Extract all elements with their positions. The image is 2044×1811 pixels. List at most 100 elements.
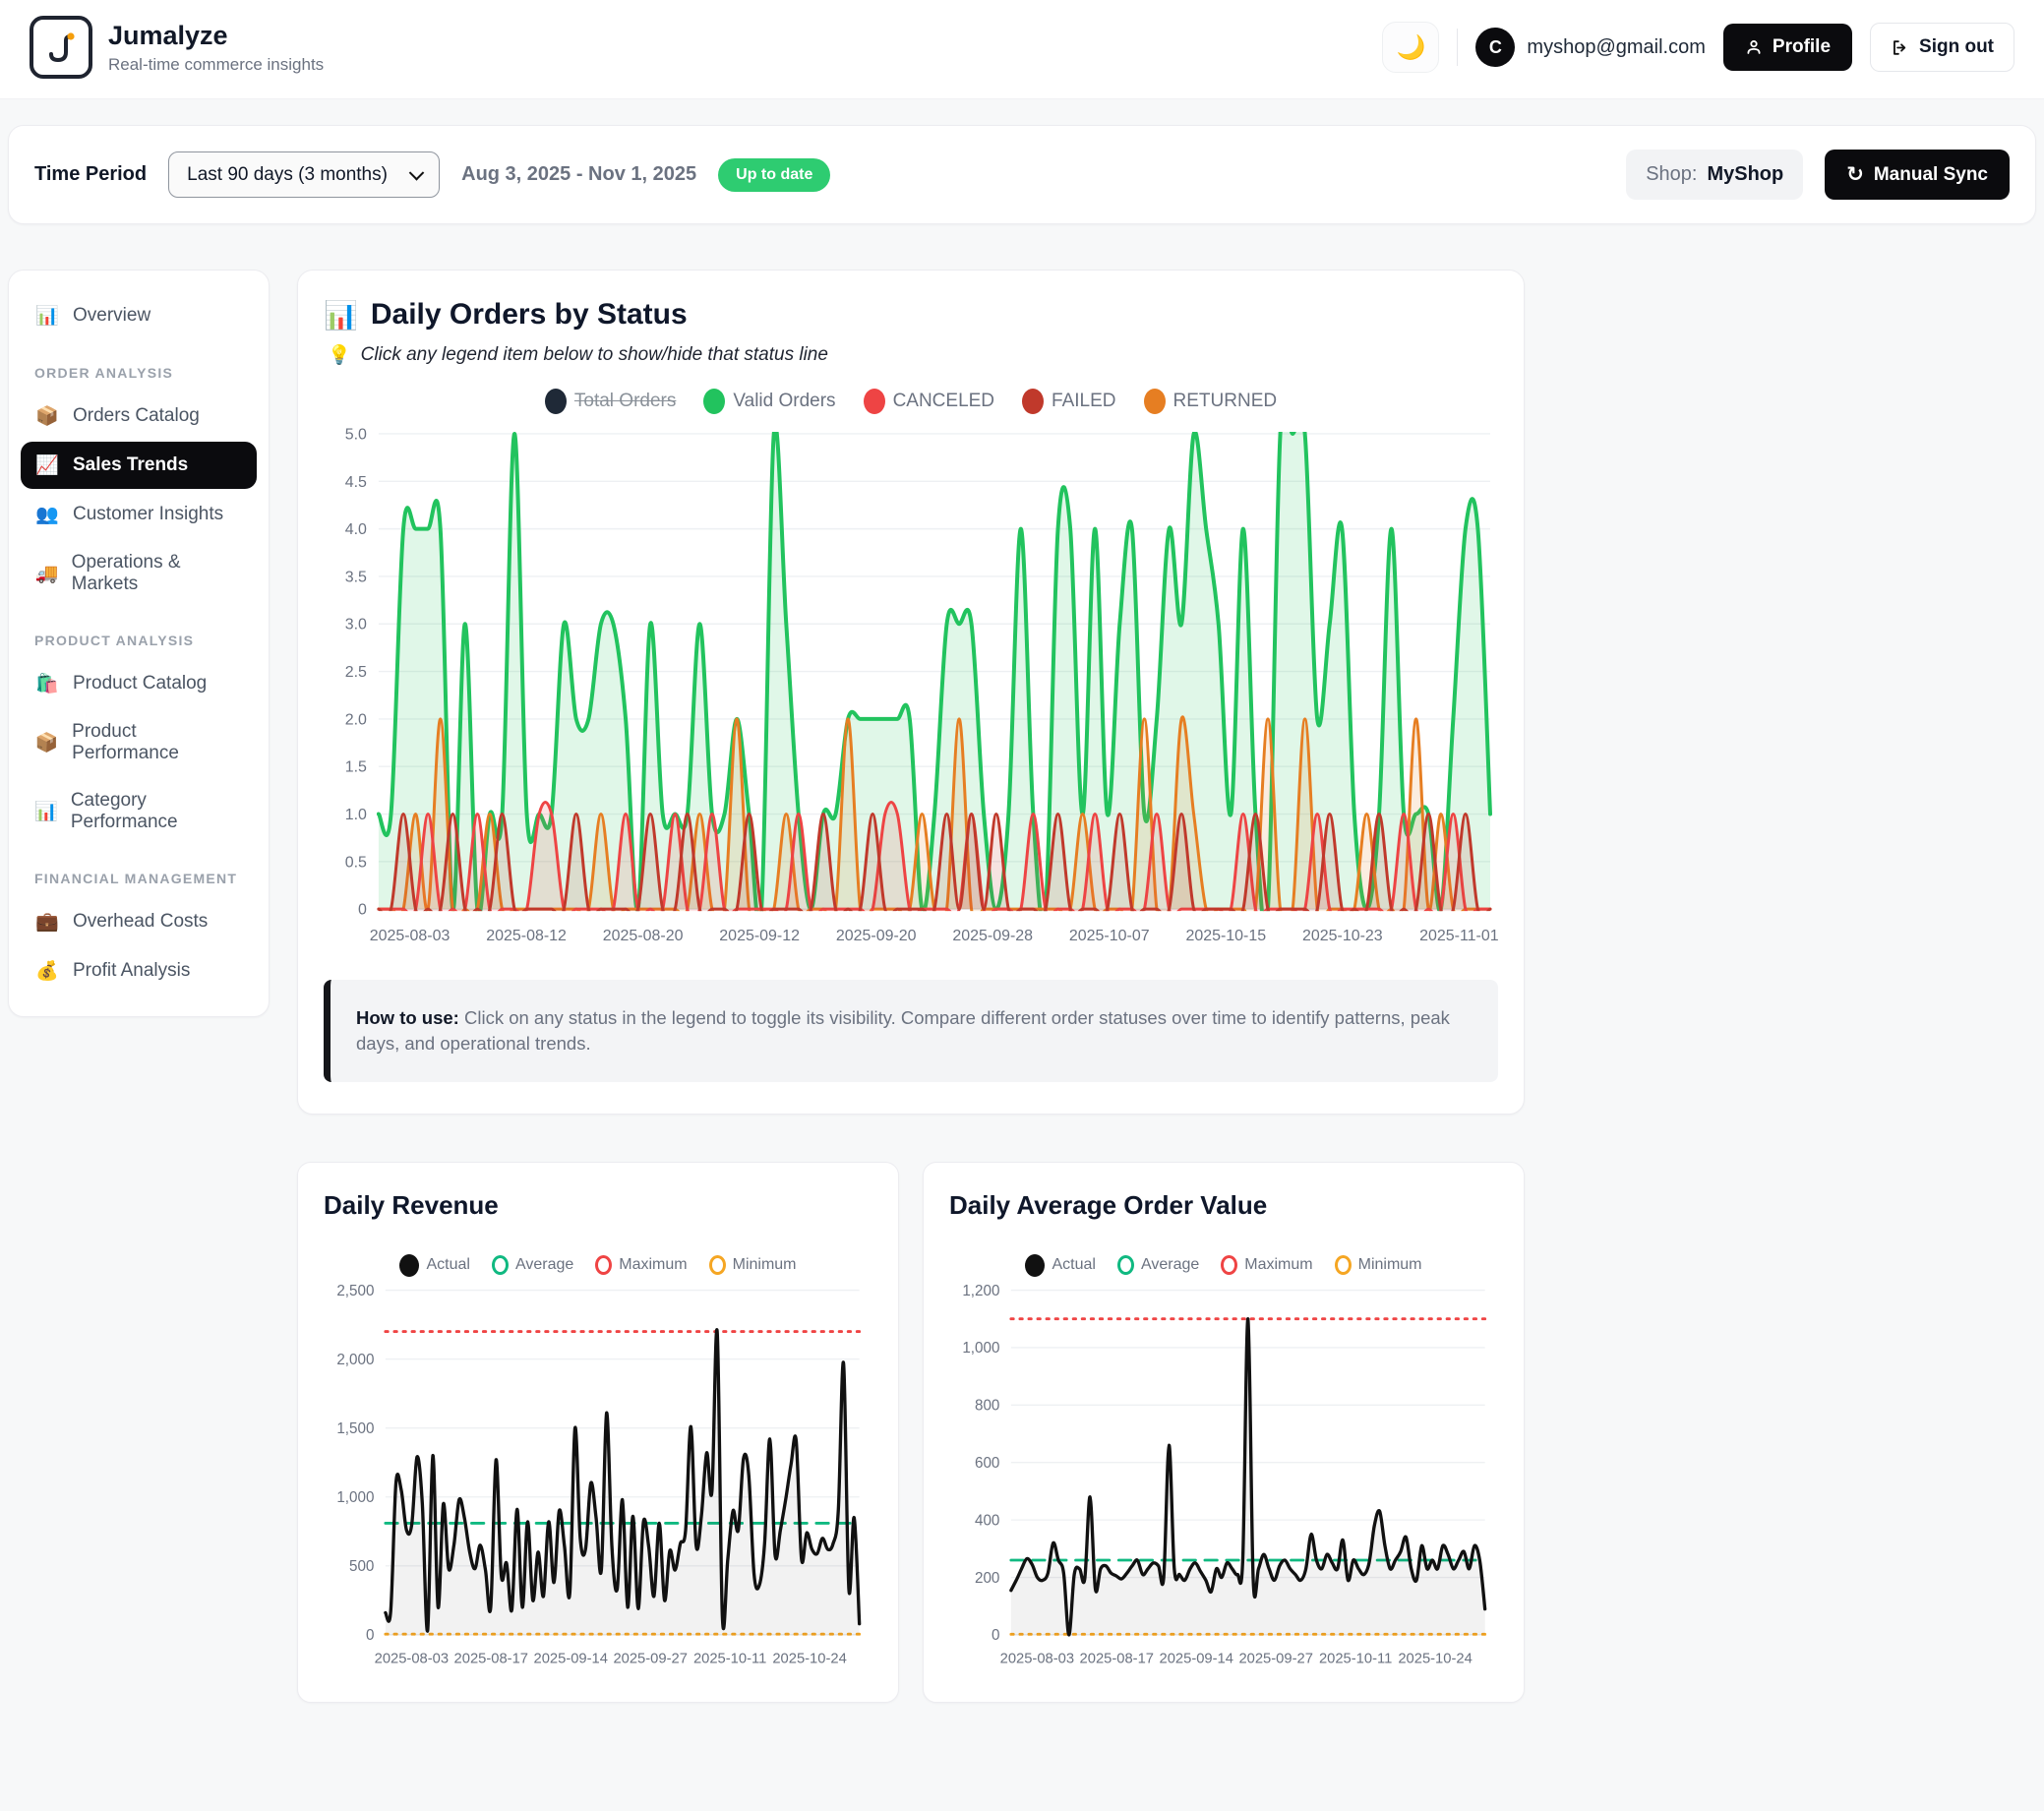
category-performance-icon: 📊 (34, 800, 58, 823)
legend-dot-valid-orders (703, 389, 725, 414)
daily-aov-card: Daily Average Order Value Actual Average M… (923, 1162, 1525, 1703)
svg-text:4.5: 4.5 (345, 474, 367, 491)
legend-dot-actual (399, 1254, 419, 1277)
time-period-select-wrap: Last 90 days (3 months) (168, 151, 440, 198)
svg-text:4.0: 4.0 (345, 521, 367, 538)
legend-item-maximum[interactable]: Maximum (595, 1255, 687, 1275)
bottom-charts-row: Daily Revenue Actual Average Maximum Minimu… (297, 1162, 1525, 1703)
svg-text:600: 600 (975, 1455, 999, 1472)
svg-text:2025-10-07: 2025-10-07 (1069, 928, 1150, 944)
legend-item-returned[interactable]: RETURNED (1144, 389, 1278, 414)
orders-catalog-icon: 📦 (34, 404, 60, 428)
legend-item-actual[interactable]: Actual (1025, 1254, 1095, 1277)
daily_aov-svg: 1,2001,00080060040020002025-08-032025-08… (949, 1281, 1498, 1674)
shop-pill: Shop: MyShop (1626, 150, 1803, 200)
daily-revenue-title: Daily Revenue (324, 1190, 872, 1221)
svg-text:3.0: 3.0 (345, 617, 367, 634)
profile-button-label: Profile (1773, 36, 1831, 58)
legend-item-minimum[interactable]: Minimum (709, 1255, 797, 1275)
sidebar-item-profit-analysis[interactable]: 💰Profit Analysis (21, 947, 257, 995)
time-period-select[interactable]: Last 90 days (3 months) (168, 151, 440, 198)
legend-item-minimum[interactable]: Minimum (1335, 1255, 1422, 1275)
legend-item-maximum[interactable]: Maximum (1221, 1255, 1312, 1275)
legend-label: FAILED (1052, 391, 1115, 412)
daily-orders-by-status-card: 📊 Daily Orders by Status 💡 Click any leg… (297, 270, 1525, 1115)
svg-text:2025-09-27: 2025-09-27 (613, 1651, 687, 1666)
svg-text:2025-08-03: 2025-08-03 (375, 1651, 449, 1666)
sidebar-item-label: Customer Insights (73, 504, 223, 525)
svg-text:2025-10-15: 2025-10-15 (1185, 928, 1266, 944)
legend-item-canceled[interactable]: CANCELED (864, 389, 994, 414)
legend-dot-total-orders (545, 389, 567, 414)
sidebar-item-overhead-costs[interactable]: 💼Overhead Costs (21, 898, 257, 945)
svg-text:500: 500 (349, 1558, 374, 1575)
sidebar-item-label: Profit Analysis (73, 960, 190, 982)
how-to-use-note: How to use: Click on any status in the l… (324, 980, 1498, 1082)
sidebar-item-sales-trends[interactable]: 📈Sales Trends (21, 442, 257, 489)
sidebar-item-product-catalog[interactable]: 🛍️Product Catalog (21, 660, 257, 707)
legend-label: Total Orders (574, 391, 676, 412)
up-to-date-badge: Up to date (718, 158, 830, 192)
daily-aov-legend: Actual Average Maximum Minimum (949, 1254, 1498, 1277)
svg-text:1.0: 1.0 (345, 807, 367, 823)
legend-item-average[interactable]: Average (1117, 1255, 1199, 1275)
svg-text:2025-08-12: 2025-08-12 (486, 928, 567, 944)
main-column: 📊 Daily Orders by Status 💡 Click any leg… (297, 270, 1525, 1703)
svg-text:2,500: 2,500 (336, 1283, 374, 1299)
legend-item-valid-orders[interactable]: Valid Orders (703, 389, 835, 414)
svg-text:2025-09-28: 2025-09-28 (952, 928, 1033, 944)
legend-label: CANCELED (893, 391, 994, 412)
daily-aov-title: Daily Average Order Value (949, 1190, 1498, 1221)
sign-out-button[interactable]: Sign out (1870, 23, 2014, 72)
legend-label: Average (515, 1256, 573, 1274)
svg-text:2.5: 2.5 (345, 664, 367, 681)
manual-sync-button[interactable]: ↻ Manual Sync (1825, 150, 2010, 200)
svg-text:0.5: 0.5 (345, 854, 367, 871)
sidebar-item-customer-insights[interactable]: 👥Customer Insights (21, 491, 257, 538)
legend-ring-minimum (709, 1255, 726, 1275)
legend-label: RETURNED (1173, 391, 1278, 412)
overhead-costs-icon: 💼 (34, 910, 60, 934)
daily-revenue-card: Daily Revenue Actual Average Maximum Minimu… (297, 1162, 899, 1703)
legend-dot-canceled (864, 389, 885, 414)
legend-item-actual[interactable]: Actual (399, 1254, 469, 1277)
sidebar-item-category-performance[interactable]: 📊Category Performance (21, 778, 257, 845)
sidebar-item-label: Orders Catalog (73, 405, 200, 427)
svg-text:2025-08-03: 2025-08-03 (370, 928, 451, 944)
svg-text:2025-10-11: 2025-10-11 (1319, 1651, 1392, 1666)
legend-item-total-orders[interactable]: Total Orders (545, 389, 676, 414)
legend-dot-actual (1025, 1254, 1045, 1277)
daily-aov-chart: 1,2001,00080060040020002025-08-032025-08… (949, 1281, 1498, 1674)
product-performance-icon: 📦 (34, 731, 59, 755)
sidebar-item-label: Sales Trends (73, 454, 188, 476)
profile-button[interactable]: Profile (1723, 24, 1852, 71)
svg-text:2025-09-12: 2025-09-12 (719, 928, 800, 944)
brand: Jumalyze Real-time commerce insights (30, 16, 324, 79)
sidebar-item-operations-markets[interactable]: 🚚Operations & Markets (21, 540, 257, 607)
svg-text:2025-08-17: 2025-08-17 (1080, 1651, 1154, 1666)
sidebar-item-label: Overview (73, 305, 150, 327)
overview-icon: 📊 (34, 304, 60, 328)
svg-text:2025-08-03: 2025-08-03 (1000, 1651, 1074, 1666)
svg-text:0: 0 (358, 902, 367, 919)
app-title: Jumalyze (108, 21, 324, 51)
legend-item-failed[interactable]: FAILED (1022, 389, 1115, 414)
sidebar-item-product-performance[interactable]: 📦Product Performance (21, 709, 257, 776)
sidebar-section-order-analysis: ORDER ANALYSIS (34, 365, 243, 381)
sidebar-nav: 📊 Overview ORDER ANALYSIS 📦 Orders Catalog 📈S… (8, 270, 270, 1017)
legend-item-average[interactable]: Average (492, 1255, 573, 1275)
shop-name: MyShop (1707, 163, 1783, 186)
svg-text:2025-10-23: 2025-10-23 (1302, 928, 1383, 944)
svg-text:2025-09-20: 2025-09-20 (836, 928, 917, 944)
theme-toggle-moon-icon[interactable]: 🌙 (1382, 22, 1439, 73)
sidebar-item-orders-catalog[interactable]: 📦 Orders Catalog (21, 392, 257, 440)
svg-text:1.5: 1.5 (345, 759, 367, 776)
legend-label: Average (1141, 1256, 1199, 1274)
sidebar-item-overview[interactable]: 📊 Overview (21, 292, 257, 339)
svg-text:2025-08-20: 2025-08-20 (603, 928, 684, 944)
main-chart-subtitle: 💡 Click any legend item below to show/hi… (328, 343, 1498, 367)
svg-text:200: 200 (975, 1570, 999, 1587)
sidebar-section-financial-management: FINANCIAL MANAGEMENT (34, 871, 243, 886)
legend-label: Actual (1052, 1256, 1095, 1274)
header-actions: 🌙 C myshop@gmail.com Profile Sign out (1382, 22, 2014, 73)
